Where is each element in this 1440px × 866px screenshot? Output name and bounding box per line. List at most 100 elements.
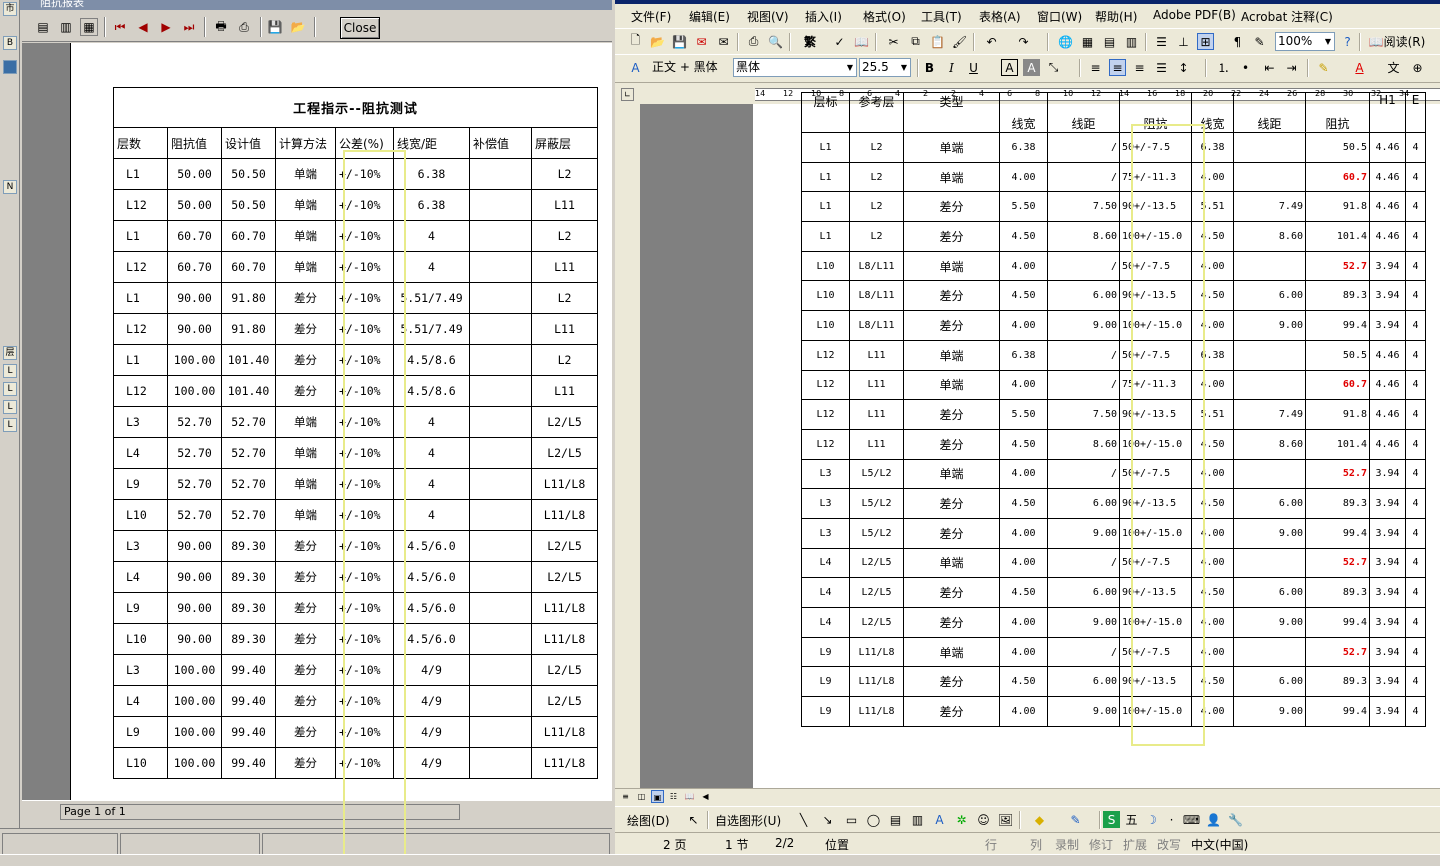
prev-page-icon[interactable]: ◀ bbox=[134, 18, 152, 36]
one-page-icon[interactable]: ▥ bbox=[57, 18, 75, 36]
styles-pane-icon[interactable]: A bbox=[627, 59, 644, 76]
insert-excel-icon[interactable]: ▥ bbox=[1123, 33, 1140, 50]
line-color-icon[interactable]: ✎ bbox=[1067, 811, 1084, 828]
copy-icon[interactable]: ⧉ bbox=[907, 33, 924, 50]
user-icon[interactable]: 👤 bbox=[1205, 811, 1222, 828]
picture-icon[interactable]: 🖼 bbox=[997, 811, 1014, 828]
menu-tools[interactable]: 工具(T) bbox=[921, 8, 962, 25]
diagram-icon[interactable]: ✲ bbox=[953, 811, 970, 828]
decrease-indent-icon[interactable]: ⇤ bbox=[1261, 59, 1278, 76]
insert-table-icon[interactable]: ▤ bbox=[1101, 33, 1118, 50]
ime-punct-icon[interactable]: · bbox=[1163, 811, 1180, 828]
read-mode-button[interactable]: 📖 阅读(R) bbox=[1367, 33, 1427, 50]
menu-format[interactable]: 格式(O) bbox=[863, 8, 906, 25]
textbox-icon[interactable]: ▤ bbox=[887, 811, 904, 828]
scroll-left-icon[interactable]: ◀ bbox=[699, 790, 712, 803]
print-icon[interactable]: ⎙ bbox=[745, 33, 762, 50]
traditional-chinese-button[interactable]: 繁 bbox=[799, 33, 821, 50]
ime-mode-label[interactable]: 五 bbox=[1123, 811, 1140, 828]
italic-button[interactable]: I bbox=[943, 59, 960, 76]
autoshapes-menu[interactable]: 自选图形(U) bbox=[715, 812, 781, 829]
status-rec[interactable]: 录制 bbox=[1055, 836, 1079, 853]
first-page-icon[interactable]: ⏮ bbox=[111, 18, 129, 36]
style-select[interactable]: 正文 + 黑体 bbox=[649, 58, 731, 77]
outline-view-icon[interactable]: ☷ bbox=[667, 790, 680, 803]
format-painter-icon[interactable]: 🖌 bbox=[951, 33, 968, 50]
rectangle-icon[interactable]: ▭ bbox=[843, 811, 860, 828]
paste-icon[interactable]: 📋 bbox=[929, 33, 946, 50]
ime-moon-icon[interactable]: ☽ bbox=[1143, 811, 1160, 828]
show-hide-icon[interactable]: ¶ bbox=[1229, 33, 1246, 50]
drawing-icon[interactable]: ⊥ bbox=[1175, 33, 1192, 50]
numbering-icon[interactable]: ⒈ bbox=[1215, 59, 1232, 76]
menu-adobe-pdf[interactable]: Adobe PDF(B) bbox=[1153, 8, 1236, 22]
spelling-icon[interactable]: ✓ bbox=[831, 33, 848, 50]
menu-insert[interactable]: 插入(I) bbox=[805, 8, 842, 25]
status-ovr[interactable]: 改写 bbox=[1157, 836, 1181, 853]
oval-icon[interactable]: ◯ bbox=[865, 811, 882, 828]
line-icon[interactable]: ╲ bbox=[795, 811, 812, 828]
ink-icon[interactable]: ✎ bbox=[1251, 33, 1268, 50]
page-width-icon[interactable]: ▤ bbox=[34, 18, 52, 36]
hyperlink-icon[interactable]: 🌐 bbox=[1057, 33, 1074, 50]
align-left-icon[interactable]: ≡ bbox=[1087, 59, 1104, 76]
normal-view-icon[interactable]: ≡ bbox=[619, 790, 632, 803]
help-icon[interactable]: ? bbox=[1339, 33, 1356, 50]
vertical-textbox-icon[interactable]: ▥ bbox=[909, 811, 926, 828]
redo-icon[interactable]: ↷ bbox=[1015, 33, 1032, 50]
print-icon[interactable]: ⎙ bbox=[235, 18, 253, 36]
menu-acrobat-comments[interactable]: Acrobat 注释(C) bbox=[1241, 8, 1333, 25]
window-titlebar[interactable]: 阻抗报表 bbox=[20, 0, 612, 10]
font-select[interactable]: 黑体 ▼ bbox=[733, 58, 857, 77]
keyboard-icon[interactable]: ⌨ bbox=[1183, 811, 1200, 828]
menu-view[interactable]: 视图(V) bbox=[747, 8, 789, 25]
wordart-icon[interactable]: A bbox=[931, 811, 948, 828]
underline-button[interactable]: U bbox=[965, 59, 982, 76]
open-icon[interactable]: 📂 bbox=[649, 33, 666, 50]
char-border-icon[interactable]: A bbox=[1001, 59, 1018, 76]
cut-icon[interactable]: ✂ bbox=[885, 33, 902, 50]
fill-color-icon[interactable]: ◆ bbox=[1031, 811, 1048, 828]
open-icon[interactable]: 📂 bbox=[289, 18, 307, 36]
status-ext[interactable]: 扩展 bbox=[1123, 836, 1147, 853]
web-view-icon[interactable]: ◫ bbox=[635, 790, 648, 803]
save-icon[interactable]: 💾 bbox=[671, 33, 688, 50]
increase-indent-icon[interactable]: ⇥ bbox=[1283, 59, 1300, 76]
document-map-icon[interactable]: ⊞ bbox=[1197, 33, 1214, 50]
last-page-icon[interactable]: ⏭ bbox=[180, 18, 198, 36]
print-setup-icon[interactable]: 🖶 bbox=[212, 18, 230, 36]
menu-help[interactable]: 帮助(H) bbox=[1095, 8, 1137, 25]
status-trk[interactable]: 修订 bbox=[1089, 836, 1113, 853]
justify-icon[interactable]: ☰ bbox=[1153, 59, 1170, 76]
new-doc-icon[interactable]: 🗋 bbox=[627, 33, 644, 50]
next-page-icon[interactable]: ▶ bbox=[157, 18, 175, 36]
menu-file[interactable]: 文件(F) bbox=[631, 8, 671, 25]
research-icon[interactable]: 📖 bbox=[853, 33, 870, 50]
draw-menu[interactable]: 绘图(D) bbox=[627, 812, 670, 829]
menu-edit[interactable]: 编辑(E) bbox=[689, 8, 730, 25]
zoom-select[interactable]: 100% ▼ bbox=[1275, 32, 1335, 51]
select-objects-icon[interactable]: ↖ bbox=[685, 811, 702, 828]
char-shading-icon[interactable]: A bbox=[1023, 59, 1040, 76]
close-button[interactable]: Close bbox=[340, 17, 380, 39]
align-center-icon[interactable]: ≡ bbox=[1109, 59, 1126, 76]
zoom-page-icon[interactable]: ▦ bbox=[80, 18, 98, 36]
ime-s-icon[interactable]: S bbox=[1103, 811, 1120, 828]
clipart-icon[interactable]: ☺ bbox=[975, 811, 992, 828]
bullets-icon[interactable]: • bbox=[1237, 59, 1254, 76]
undo-icon[interactable]: ↶ bbox=[983, 33, 1000, 50]
settings-wrench-icon[interactable]: 🔧 bbox=[1227, 811, 1244, 828]
mail-icon[interactable]: ✉ bbox=[715, 33, 732, 50]
arrow-icon[interactable]: ↘ bbox=[819, 811, 836, 828]
bold-button[interactable]: B bbox=[921, 59, 938, 76]
font-size-select[interactable]: 25.5 ▼ bbox=[859, 58, 911, 77]
tables-borders-icon[interactable]: ▦ bbox=[1079, 33, 1096, 50]
align-right-icon[interactable]: ≡ bbox=[1131, 59, 1148, 76]
tab-stop-selector[interactable]: ∟ bbox=[621, 88, 634, 101]
char-scale-icon[interactable]: ⤡ bbox=[1045, 59, 1062, 76]
columns-icon[interactable]: ☰ bbox=[1153, 33, 1170, 50]
print-view-icon[interactable]: ▣ bbox=[651, 790, 664, 803]
reading-view-icon[interactable]: 📖 bbox=[683, 790, 696, 803]
save-icon[interactable]: 💾 bbox=[266, 18, 284, 36]
enclose-char-icon[interactable]: ⊕ bbox=[1409, 59, 1426, 76]
